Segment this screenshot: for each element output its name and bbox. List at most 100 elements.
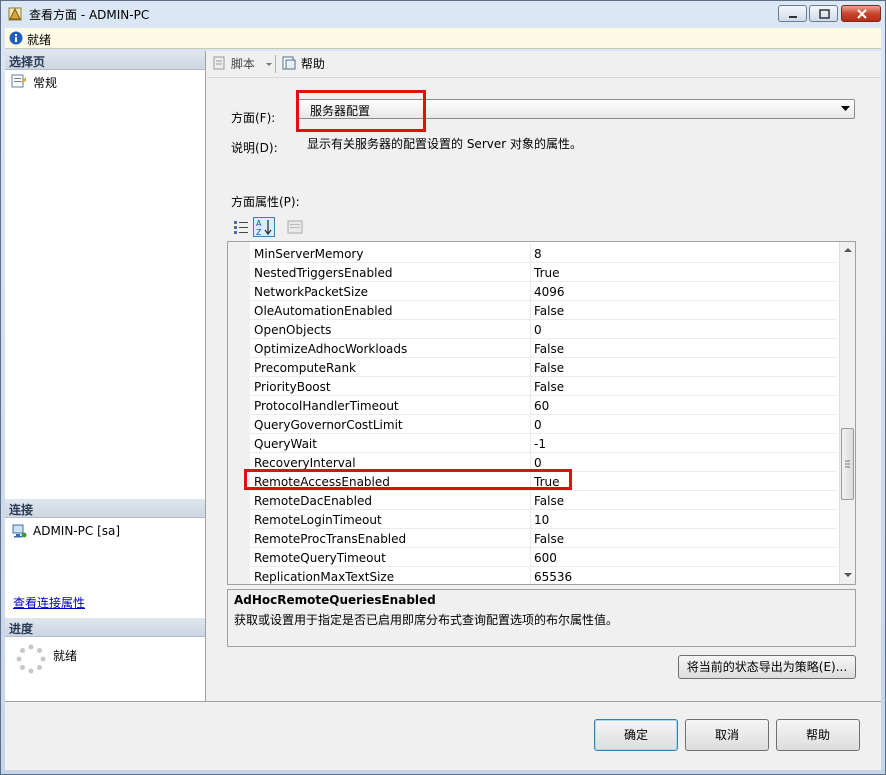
select-page-header: 选择页 xyxy=(5,51,205,70)
property-name: PrecomputeRank xyxy=(254,361,356,375)
page-item-label: 常规 xyxy=(33,76,58,90)
property-value[interactable]: 4096 xyxy=(534,285,565,299)
page-item-general[interactable]: 常规 xyxy=(11,73,57,92)
property-grid-scrollbar[interactable] xyxy=(839,242,855,584)
script-icon xyxy=(213,56,225,70)
property-value[interactable]: 600 xyxy=(534,551,557,565)
left-panel: 选择页 常规 连接 ADMIN-PC [sa] 查看连接属性 进度 就绪 xyxy=(5,51,206,701)
ok-label: 确定 xyxy=(623,728,648,742)
progress-status: 就绪 xyxy=(53,649,78,663)
property-row[interactable]: NetworkPacketSize 4096 xyxy=(250,282,837,301)
svg-text:A: A xyxy=(256,219,262,228)
column-divider xyxy=(530,339,531,357)
app-icon xyxy=(8,7,22,21)
property-value[interactable]: False xyxy=(534,342,564,356)
property-value[interactable]: 60 xyxy=(534,399,549,413)
script-button[interactable]: 脚本 xyxy=(211,55,273,72)
property-row[interactable]: NestedTriggersEnabled True xyxy=(250,263,837,282)
close-button[interactable] xyxy=(841,5,881,22)
column-divider xyxy=(530,510,531,528)
column-divider xyxy=(530,491,531,509)
help-label: 帮助 xyxy=(805,728,830,742)
property-row[interactable]: ReplicationMaxTextSize 65536 xyxy=(250,567,837,584)
column-divider xyxy=(530,377,531,395)
property-row[interactable]: MinServerMemory 8 xyxy=(250,244,837,263)
property-value[interactable]: False xyxy=(534,304,564,318)
property-value[interactable]: 0 xyxy=(534,418,542,432)
property-value[interactable]: -1 xyxy=(534,437,546,451)
property-value[interactable]: False xyxy=(534,494,564,508)
property-grid: MinServerMemory 8 NestedTriggersEnabled Tru… xyxy=(227,241,856,585)
view-connection-properties-link[interactable]: 查看连接属性 xyxy=(13,594,85,611)
property-row[interactable]: OptimizeAdhocWorkloads False xyxy=(250,339,837,358)
alphabetical-button[interactable]: A Z xyxy=(253,217,275,237)
cancel-label: 取消 xyxy=(714,728,739,742)
property-name: ReplicationMaxTextSize xyxy=(254,570,395,584)
property-row[interactable]: RemoteProcTransEnabled False xyxy=(250,529,837,548)
title-bar[interactable]: 查看方面 - ADMIN-PC xyxy=(1,1,885,27)
property-grid-margin xyxy=(228,242,250,584)
property-row[interactable]: RemoteQueryTimeout 600 xyxy=(250,548,837,567)
property-row[interactable]: ProtocolHandlerTimeout 60 xyxy=(250,396,837,415)
property-value[interactable]: False xyxy=(534,380,564,394)
property-row[interactable]: OpenObjects 0 xyxy=(250,320,837,339)
property-row[interactable]: OleAutomationEnabled False xyxy=(250,301,837,320)
property-name: QueryGovernorCostLimit xyxy=(254,418,403,432)
property-row[interactable]: QueryGovernorCostLimit 0 xyxy=(250,415,837,434)
property-name: RemoteDacEnabled xyxy=(254,494,372,508)
column-divider xyxy=(530,320,531,338)
property-name: NestedTriggersEnabled xyxy=(254,266,393,280)
minimize-icon xyxy=(789,16,797,18)
connection-header: 连接 xyxy=(5,499,205,518)
minimize-button[interactable] xyxy=(778,5,807,22)
maximize-button[interactable] xyxy=(809,5,838,22)
toolbar-separator xyxy=(275,55,276,73)
ok-button[interactable]: 确定 xyxy=(594,719,678,751)
property-row[interactable]: PrecomputeRank False xyxy=(250,358,837,377)
property-value[interactable]: 10 xyxy=(534,513,549,527)
property-name: RemoteLoginTimeout xyxy=(254,513,382,527)
property-value[interactable]: False xyxy=(534,361,564,375)
export-policy-button[interactable]: 将当前的状态导出为策略(E)... xyxy=(678,655,856,679)
select-page-header-label: 选择页 xyxy=(9,55,46,69)
property-help-pane: AdHocRemoteQueriesEnabled 获取或设置用于指定是否已启用… xyxy=(227,589,856,647)
sort-alphabetical-icon: A Z xyxy=(256,219,272,237)
facet-description: 显示有关服务器的配置设置的 Server 对象的属性。 xyxy=(307,137,582,151)
property-pages-button[interactable] xyxy=(285,217,305,237)
property-value[interactable]: 65536 xyxy=(534,570,572,584)
script-label: 脚本 xyxy=(230,57,255,71)
column-divider xyxy=(530,263,531,281)
progress-spinner-icon xyxy=(16,644,46,674)
categorized-button[interactable] xyxy=(231,217,251,237)
scroll-down-icon[interactable] xyxy=(844,572,852,578)
property-row[interactable]: RemoteDacEnabled False xyxy=(250,491,837,510)
property-highlight-box xyxy=(244,469,572,490)
facet-label: 方面(F): xyxy=(231,111,276,125)
scroll-up-icon[interactable] xyxy=(844,247,852,253)
property-value[interactable]: 8 xyxy=(534,247,542,261)
progress-header-label: 进度 xyxy=(9,622,34,636)
column-divider xyxy=(530,244,531,262)
column-divider xyxy=(530,301,531,319)
help-toolbar-button[interactable]: 帮助 xyxy=(281,55,325,72)
property-row[interactable]: QueryWait -1 xyxy=(250,434,837,453)
column-divider xyxy=(530,358,531,376)
property-name: RemoteQueryTimeout xyxy=(254,551,386,565)
property-row[interactable]: RemoteLoginTimeout 10 xyxy=(250,510,837,529)
property-name: OpenObjects xyxy=(254,323,332,337)
scrollbar-thumb[interactable] xyxy=(841,428,854,500)
property-value[interactable]: True xyxy=(534,266,560,280)
close-icon xyxy=(857,9,867,19)
server-icon xyxy=(12,524,27,538)
property-value[interactable]: 0 xyxy=(534,323,542,337)
description-label: 说明(D): xyxy=(231,141,278,155)
property-name: ProtocolHandlerTimeout xyxy=(254,399,399,413)
help-button[interactable]: 帮助 xyxy=(776,719,860,751)
info-icon xyxy=(9,31,23,45)
chevron-down-icon xyxy=(265,63,272,66)
property-row[interactable]: PriorityBoost False xyxy=(250,377,837,396)
property-name: RemoteProcTransEnabled xyxy=(254,532,407,546)
cancel-button[interactable]: 取消 xyxy=(685,719,769,751)
property-value[interactable]: 0 xyxy=(534,456,542,470)
property-value[interactable]: False xyxy=(534,532,564,546)
